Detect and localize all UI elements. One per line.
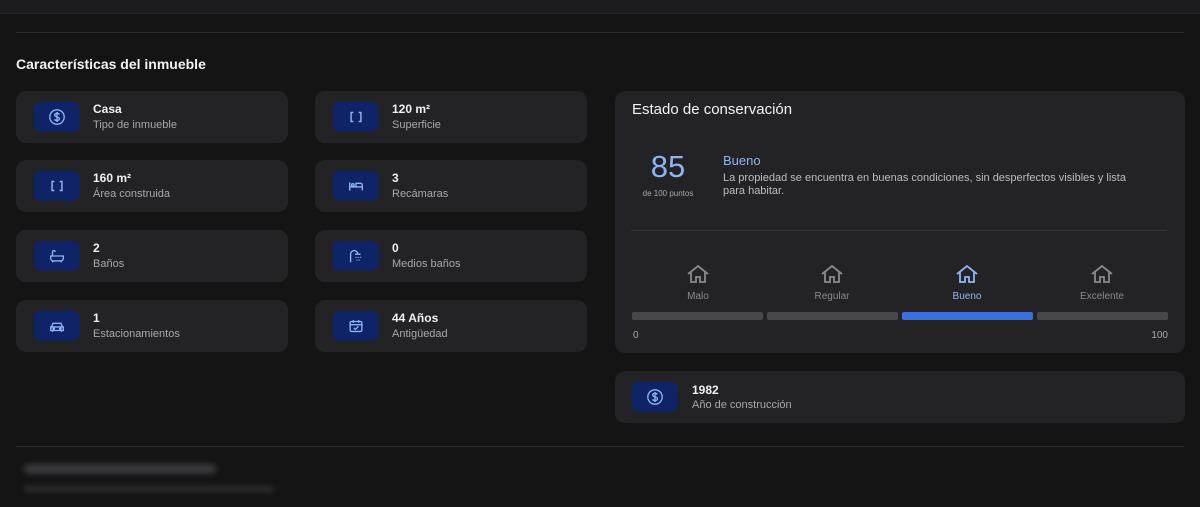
car-icon [34,311,80,341]
feature-value: 120 m² [392,102,431,116]
calendar-check-icon [333,311,379,341]
conservation-score-subtitle: de 100 puntos [642,189,694,198]
construction-year-label: Año de construcción [692,399,792,411]
conservation-rating: Bueno [723,153,761,168]
feature-card-tipo: Casa Tipo de inmueble [16,91,288,143]
construction-year-value: 1982 [692,383,719,397]
level-label: Bueno [952,291,982,302]
level-regular: Regular [772,263,892,302]
level-segment-bueno [902,312,1033,320]
feature-card-medios-banos: 0 Medios baños [315,230,587,282]
dollar-circle-icon [632,382,678,412]
level-malo: Malo [638,263,758,302]
construction-year-card: 1982 Año de construcción [615,371,1185,423]
house-icon [956,264,978,283]
conservation-score: 85 [650,149,686,184]
feature-value: Casa [93,102,122,116]
blurred-heading [24,464,216,474]
feature-value: 1 [93,311,100,325]
conservation-title: Estado de conservación [632,101,793,118]
feature-label: Antigüedad [392,328,448,340]
level-label: Regular [814,291,850,302]
feature-label: Superficie [392,119,441,131]
feature-card-superficie: 120 m² Superficie [315,91,587,143]
level-bueno: Bueno [907,263,1027,302]
blurred-text [24,486,274,492]
level-label: Malo [687,291,709,302]
house-icon [687,264,709,283]
brackets-icon [333,102,379,132]
divider [631,230,1167,231]
house-icon [821,264,843,283]
dollar-circle-icon [34,102,80,132]
level-segment-excelente [1037,312,1168,320]
feature-value: 0 [392,241,399,255]
scale-min: 0 [633,330,639,341]
feature-card-estacionamientos: 1 Estacionamientos [16,300,288,352]
section-title: Características del inmueble [16,56,206,72]
feature-card-recamaras: 3 Recámaras [315,160,587,212]
feature-label: Recámaras [392,188,449,200]
brackets-icon [34,171,80,201]
feature-label: Tipo de inmueble [93,119,177,131]
feature-card-area-construida: 160 m² Área construida [16,160,288,212]
feature-label: Estacionamientos [93,328,180,340]
divider [16,446,1184,447]
divider [16,32,1184,33]
feature-value: 160 m² [93,171,132,185]
feature-value: 3 [392,171,399,185]
feature-value: 2 [93,241,100,255]
feature-label: Área construida [93,188,171,200]
shower-icon [333,241,379,271]
feature-value: 44 Años [392,311,439,325]
level-segment-regular [767,312,898,320]
conservation-description: La propiedad se encuentra en buenas cond… [723,172,1126,197]
feature-label: Medios baños [392,258,461,270]
bed-icon [333,171,379,201]
level-label: Excelente [1080,291,1124,302]
level-segment-malo [632,312,763,320]
top-bar [0,0,1200,14]
feature-card-antiguedad: 44 Años Antigüedad [315,300,587,352]
house-icon [1091,264,1113,283]
scale-max: 100 [1151,330,1168,341]
level-excelente: Excelente [1042,263,1162,302]
bathtub-icon [34,241,80,271]
feature-label: Baños [93,258,125,270]
feature-card-banos: 2 Baños [16,230,288,282]
conservation-card: Estado de conservación 85 de 100 puntos … [615,91,1185,353]
